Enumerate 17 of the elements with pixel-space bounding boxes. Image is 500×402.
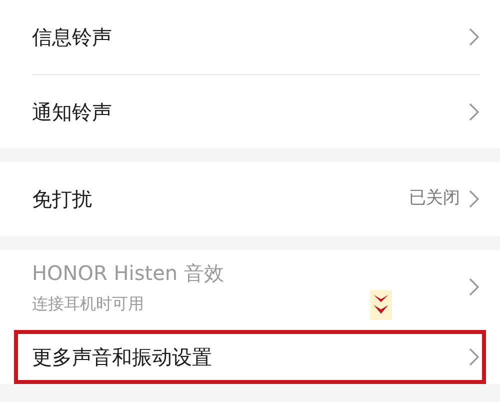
item-title: HONOR Histen 音效: [32, 260, 224, 287]
chevron-right-icon: [468, 277, 480, 297]
item-title: 通知铃声: [32, 98, 112, 126]
item-value: 已关闭: [409, 187, 460, 210]
settings-item[interactable]: 通知铃声: [0, 74, 500, 148]
chevron-right-icon: [468, 189, 480, 209]
item-title: 更多声音和振动设置: [32, 344, 212, 371]
chevron-right-icon: [468, 347, 480, 367]
item-subtitle: 连接耳机时可用: [32, 293, 144, 315]
item-title: 信息铃声: [32, 24, 112, 51]
chevron-right-icon: [468, 27, 480, 47]
item-title: 免打扰: [32, 186, 92, 213]
settings-item[interactable]: 信息铃声: [0, 0, 500, 74]
chevron-right-icon: [468, 102, 480, 122]
settings-item[interactable]: 更多声音和振动设置: [14, 330, 486, 384]
double-chevron-down-icon: [370, 290, 392, 320]
settings-item[interactable]: 免打扰 已关闭: [0, 162, 500, 236]
